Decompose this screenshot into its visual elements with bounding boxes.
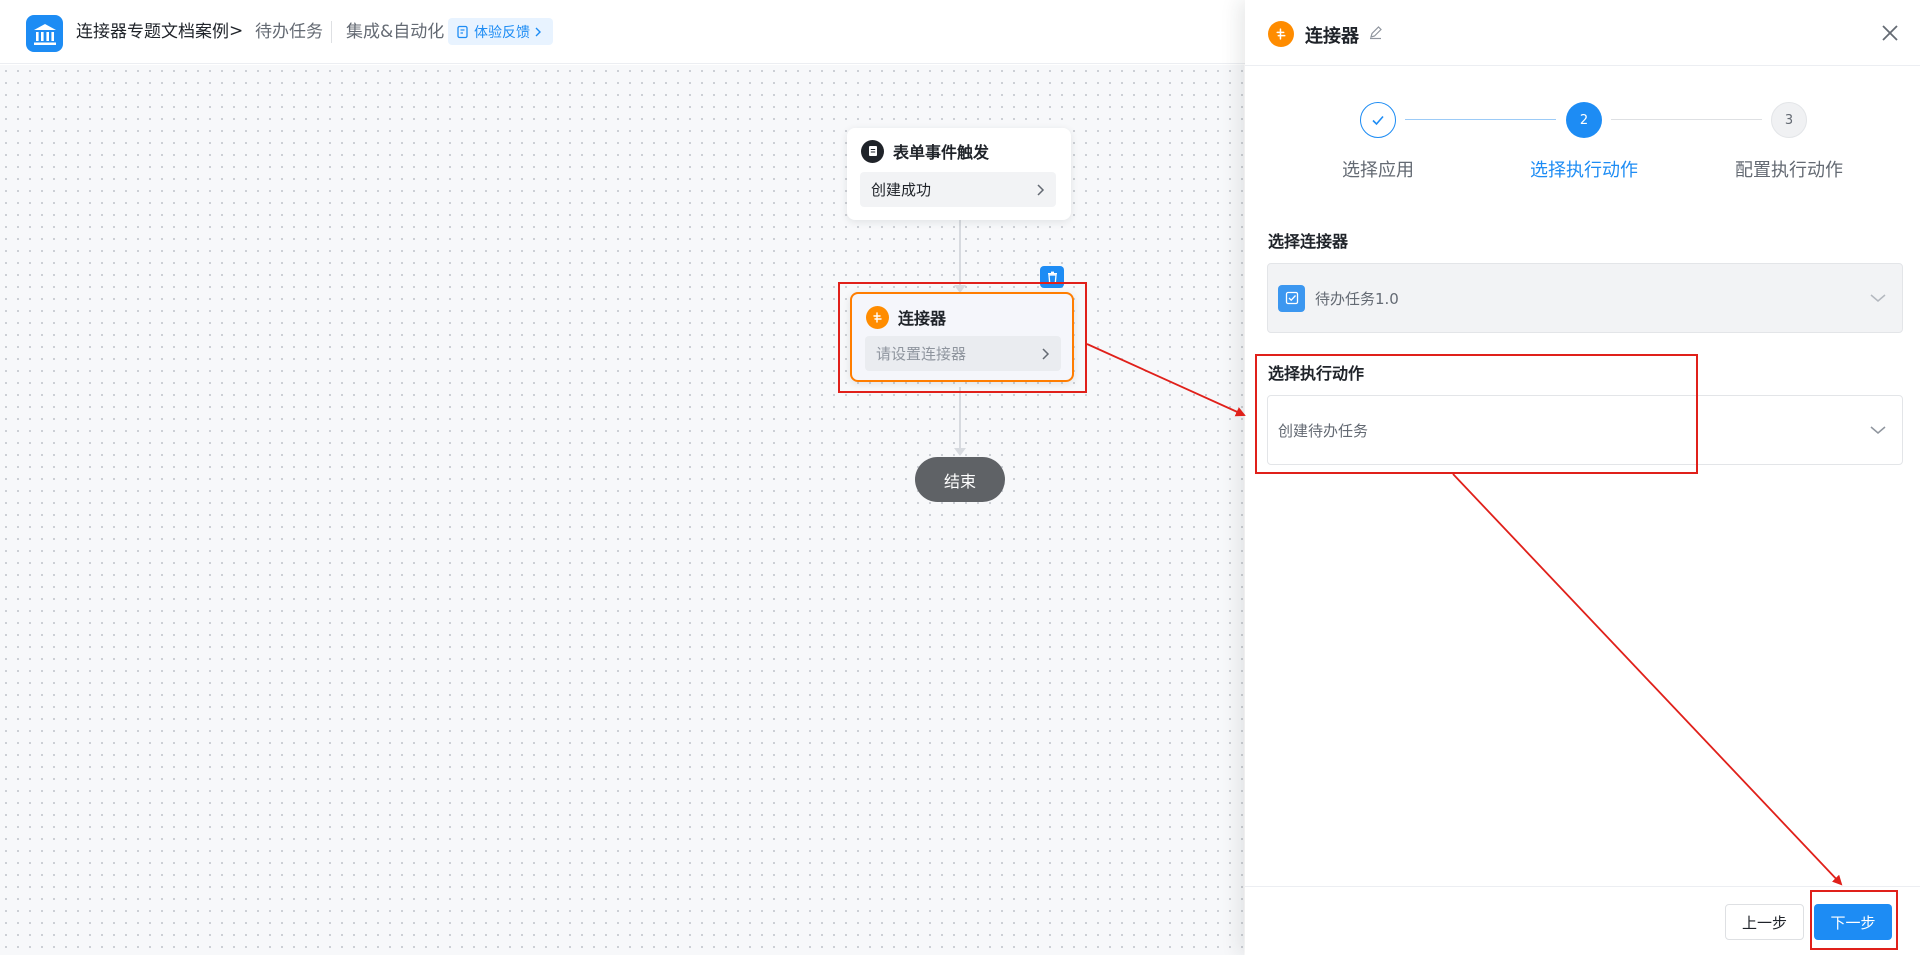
connector-select[interactable]: 待办任务1.0 [1267, 263, 1903, 333]
step-3-indicator: 3 [1771, 102, 1807, 138]
end-node[interactable]: 结束 [915, 457, 1005, 502]
feedback-button[interactable]: 体验反馈 [448, 18, 553, 45]
panel-title: 连接器 [1305, 26, 1359, 47]
flow-arrow-icon [954, 448, 966, 456]
annotation-highlight-box [1255, 354, 1698, 474]
step-connector-line [1405, 119, 1556, 120]
connector-icon [1268, 21, 1294, 47]
annotation-highlight-box [1810, 890, 1898, 950]
flow-connector-line [959, 219, 961, 289]
chevron-right-icon [1037, 183, 1045, 196]
prev-step-button[interactable]: 上一步 [1725, 904, 1804, 940]
bank-icon[interactable] [26, 15, 63, 52]
document-icon [861, 139, 884, 163]
breadcrumb-section[interactable]: 集成&自动化 [346, 21, 444, 43]
step-1-indicator [1360, 102, 1396, 138]
panel-header: 连接器 [1245, 0, 1920, 66]
annotation-highlight-box [838, 282, 1087, 393]
check-icon [1372, 115, 1384, 126]
breadcrumb-page[interactable]: 待办任务 [255, 21, 323, 43]
checkbox-icon [1278, 284, 1305, 312]
close-icon[interactable] [1879, 22, 1901, 44]
step-connector-line [1611, 119, 1762, 120]
pencil-icon[interactable] [1368, 25, 1383, 40]
feedback-icon [457, 25, 468, 38]
step-3-label[interactable]: 配置执行动作 [1704, 156, 1874, 182]
feedback-label: 体验反馈 [474, 24, 530, 41]
connector-config-panel: 连接器 2 3 选择应用 选择执行动作 配置执行动作 选择连接器 待办任务1.0… [1245, 0, 1920, 955]
connector-field-label: 选择连接器 [1268, 232, 1349, 251]
breadcrumb-divider [331, 21, 332, 43]
step-2-indicator: 2 [1566, 102, 1602, 138]
trigger-node-value[interactable]: 创建成功 [860, 172, 1056, 207]
step-2-label[interactable]: 选择执行动作 [1499, 156, 1669, 182]
breadcrumb-separator: > [229, 21, 244, 41]
chevron-down-icon [1870, 425, 1886, 435]
trigger-node-title: 表单事件触发 [893, 143, 990, 162]
flow-connector-line [959, 387, 961, 453]
step-1-label[interactable]: 选择应用 [1293, 156, 1463, 182]
chevron-down-icon [1870, 293, 1886, 303]
connector-select-value: 待办任务1.0 [1315, 289, 1399, 308]
trigger-node[interactable]: 表单事件触发 创建成功 [847, 128, 1071, 220]
chevron-right-icon [535, 27, 541, 36]
trigger-node-value-text: 创建成功 [871, 181, 932, 199]
app-name[interactable]: 连接器专题文档案例 [76, 21, 229, 43]
